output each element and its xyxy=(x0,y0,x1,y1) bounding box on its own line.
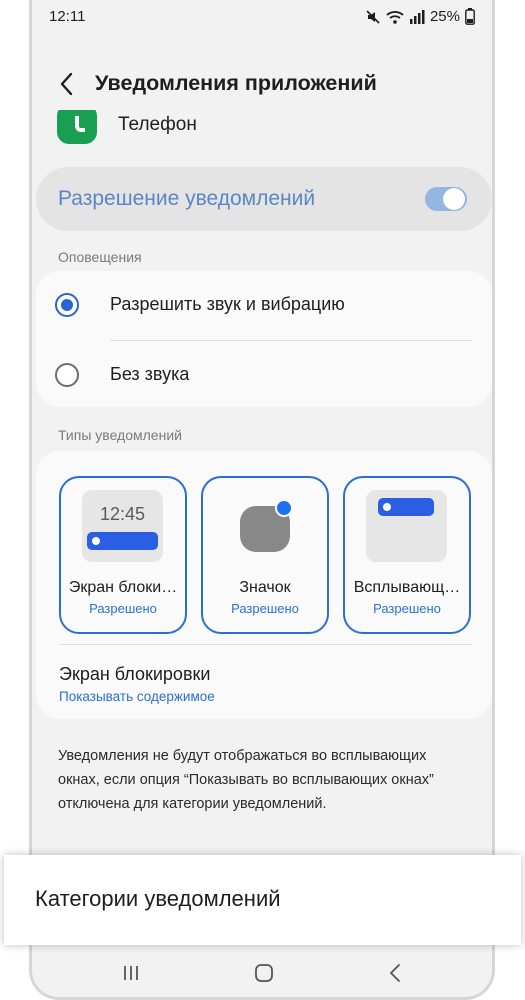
permission-row[interactable]: Разрешение уведомлений xyxy=(36,167,492,231)
preview-time: 12:45 xyxy=(99,504,146,524)
radio-unselected-icon[interactable] xyxy=(55,363,79,387)
battery-icon xyxy=(465,8,475,25)
navigation-bar xyxy=(32,950,492,996)
notification-categories-label: Категории уведомлений xyxy=(35,886,281,911)
radio-selected-icon[interactable] xyxy=(55,293,79,317)
lock-screen-preview: 12:45 xyxy=(82,490,163,562)
lock-screen-setting[interactable]: Экран блокировки Показывать содержимое xyxy=(36,651,492,715)
recents-icon[interactable] xyxy=(116,958,146,988)
tile-status: Разрешено xyxy=(231,601,299,616)
alert-option-sound[interactable]: Разрешить звук и вибрацию xyxy=(36,275,492,335)
status-time: 12:11 xyxy=(49,8,86,25)
phone-app-icon xyxy=(57,110,97,144)
mute-icon xyxy=(365,9,381,25)
permission-label: Разрешение уведомлений xyxy=(58,187,316,210)
header: Уведомления приложений xyxy=(32,64,492,110)
alert-option-label: Разрешить звук и вибрацию xyxy=(110,294,345,314)
popup-preview xyxy=(366,490,447,562)
tile-popup[interactable]: Всплывающ… Разрешено xyxy=(343,476,471,634)
phone-frame: 12:11 25% Телефон Уведомления приложений… xyxy=(29,0,495,1000)
page-title: Уведомления приложений xyxy=(95,71,377,95)
tile-badge[interactable]: Значок Разрешено xyxy=(201,476,329,634)
back-icon[interactable] xyxy=(380,958,410,988)
tile-status: Разрешено xyxy=(373,601,441,616)
lock-screen-title: Экран блокировки xyxy=(59,664,211,684)
permission-toggle[interactable] xyxy=(425,187,467,211)
home-icon[interactable] xyxy=(249,958,279,988)
app-name: Телефон xyxy=(118,114,197,135)
tile-name: Всплывающ… xyxy=(353,579,461,596)
tile-status: Разрешено xyxy=(89,601,157,616)
popup-bar-icon xyxy=(378,498,434,516)
alerts-card: Разрешить звук и вибрацию Без звука xyxy=(36,271,492,407)
divider xyxy=(110,340,472,341)
toggle-knob xyxy=(443,188,465,210)
badge-dot-icon xyxy=(275,499,293,517)
bottom-sheet[interactable]: Категории уведомлений xyxy=(4,855,521,945)
tile-name: Значок xyxy=(239,579,291,596)
alerts-section-label: Оповещения xyxy=(58,249,142,265)
chevron-left-icon[interactable] xyxy=(56,70,78,98)
wifi-icon xyxy=(386,9,404,25)
status-icons: 25% xyxy=(365,8,475,25)
tile-lock-screen[interactable]: 12:45 Экран блоки… Разрешено xyxy=(59,476,187,634)
notification-bar-icon xyxy=(87,532,158,550)
battery-label: 25% xyxy=(429,8,460,25)
alert-option-label: Без звука xyxy=(110,364,190,384)
signal-icon xyxy=(409,9,425,25)
info-note: Уведомления не будут отображаться во всп… xyxy=(58,748,434,812)
app-row: Телефон xyxy=(32,110,492,146)
status-bar: 12:11 25% xyxy=(32,6,492,30)
types-card: 12:45 Экран блоки… Разрешено Значок Разр… xyxy=(36,451,492,719)
alert-option-silent[interactable]: Без звука xyxy=(36,345,492,405)
tile-name: Экран блоки… xyxy=(68,579,178,596)
types-section-label: Типы уведомлений xyxy=(58,427,182,443)
lock-screen-value: Показывать содержимое xyxy=(59,689,215,704)
divider xyxy=(60,644,472,645)
